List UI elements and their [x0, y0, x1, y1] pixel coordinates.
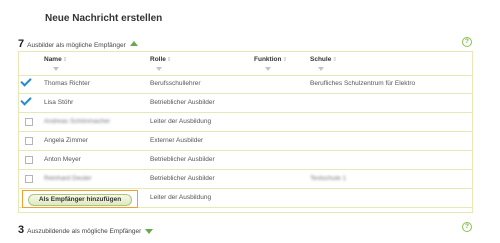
table-row[interactable]: Reinhard Deuter Betrieblicher Ausbilder Te…	[19, 170, 472, 189]
row-checkbox[interactable]	[25, 156, 33, 164]
table-row[interactable]: Andreas Schönmacher Leiter der Ausbildung	[19, 113, 472, 132]
sort-icon[interactable]: ⇕	[63, 57, 68, 63]
cell-rolle: Betrieblicher Ausbilder	[150, 99, 215, 106]
cell-rolle: Betrieblicher Ausbilder	[150, 175, 215, 182]
row-checkbox[interactable]	[25, 175, 33, 183]
filter-icon[interactable]	[53, 67, 59, 71]
checkmark-icon[interactable]	[20, 75, 32, 87]
row-checkbox[interactable]	[25, 118, 33, 126]
table-row[interactable]: Lisa Stöhr Betrieblicher Ausbilder	[19, 94, 472, 113]
cell-schule: Berufliches Schulzentrum für Elektro	[310, 80, 416, 87]
filter-icon[interactable]	[318, 67, 324, 71]
add-recipients-button[interactable]: Als Empfänger hinzufügen	[28, 194, 132, 206]
sort-icon[interactable]: ⇕	[332, 57, 337, 63]
cell-schule: Testschule 1	[310, 175, 347, 182]
trainees-count: 3	[18, 224, 25, 236]
cell-name: Reinhard Deuter	[44, 175, 92, 182]
table-header: Name⇕ Rolle⇕ Funktion⇕ Schule⇕	[19, 52, 472, 76]
expand-arrow-icon[interactable]	[145, 229, 154, 234]
sort-icon[interactable]: ⇕	[167, 57, 172, 63]
cell-name: Thomas Richter	[44, 80, 90, 87]
cell-rolle: Leiter der Ausbildung	[150, 118, 212, 125]
trainers-count: 7	[18, 38, 25, 50]
trainees-section-toggle[interactable]: 3 Auszubildende als mögliche Empfänger	[18, 224, 154, 236]
cell-name: Andreas Schönmacher	[44, 118, 111, 125]
filter-icon[interactable]	[156, 67, 162, 71]
table-row[interactable]: Anton Meyer Betrieblicher Ausbilder	[19, 151, 472, 170]
column-header-schule[interactable]: Schule⇕	[310, 56, 337, 63]
table-row[interactable]: Thomas Richter Berufsschullehrer Beruflich…	[19, 75, 472, 94]
trainers-table: Name⇕ Rolle⇕ Funktion⇕ Schule⇕ Thomas Ri…	[18, 51, 473, 213]
column-header-name[interactable]: Name⇕	[44, 56, 67, 63]
help-icon[interactable]: ?	[462, 222, 472, 232]
checkmark-icon[interactable]	[20, 94, 32, 106]
cell-rolle: Externer Ausbilder	[150, 137, 204, 144]
cell-rolle: Leiter der Ausbildung	[150, 194, 212, 201]
cell-rolle: Berufsschullehrer	[150, 80, 201, 87]
table-row[interactable]: Angela Zimmer Externer Ausbilder	[19, 132, 472, 151]
trainers-section-toggle[interactable]: 7 Ausbilder als mögliche Empfänger	[18, 38, 138, 50]
add-recipients-highlight: Als Empfänger hinzufügen	[22, 190, 138, 208]
column-header-funktion[interactable]: Funktion⇕	[254, 56, 287, 63]
trainers-section-label: Ausbilder als mögliche Empfänger	[27, 42, 126, 49]
cell-name: Anton Meyer	[44, 156, 81, 163]
help-icon[interactable]: ?	[462, 37, 472, 47]
page-title: Neue Nachricht erstellen	[45, 13, 163, 24]
trainees-section-label: Auszubildende als mögliche Empfänger	[27, 228, 142, 235]
cell-name: Angela Zimmer	[44, 137, 89, 144]
cell-rolle: Betrieblicher Ausbilder	[150, 156, 215, 163]
row-checkbox[interactable]	[25, 137, 33, 145]
sort-icon[interactable]: ⇕	[282, 57, 287, 63]
cell-name: Lisa Stöhr	[44, 99, 74, 106]
column-header-rolle[interactable]: Rolle⇕	[150, 56, 172, 63]
collapse-arrow-icon[interactable]	[129, 41, 138, 46]
filter-icon[interactable]	[265, 67, 271, 71]
